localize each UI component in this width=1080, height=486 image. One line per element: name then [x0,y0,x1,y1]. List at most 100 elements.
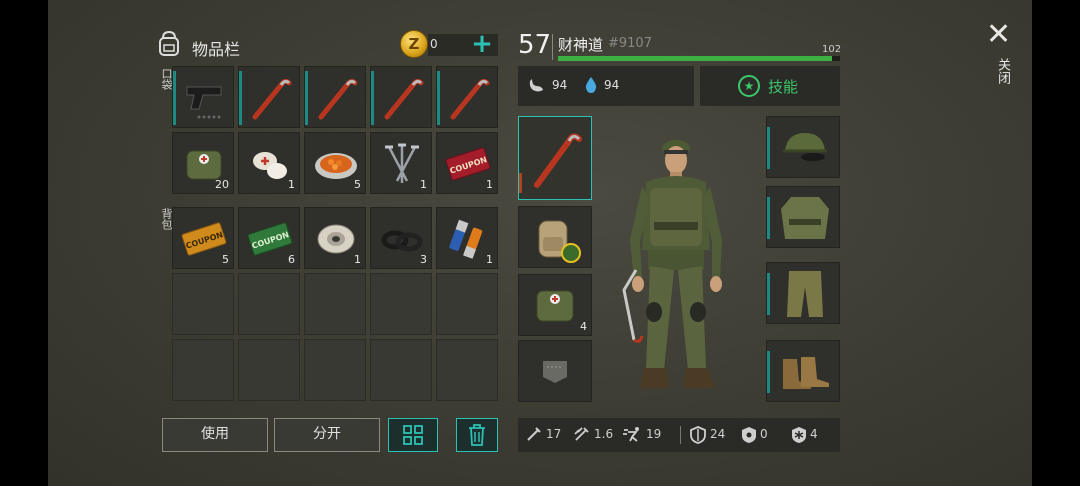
slot-accent [437,71,440,125]
pocket-slot[interactable] [518,340,592,402]
inventory-slot[interactable] [238,66,300,128]
slot-accent [767,127,770,169]
pocket-icon [543,361,567,383]
star-icon: ★ [738,75,760,97]
inventory-slot[interactable]: 1 [436,207,498,269]
empty-slot[interactable] [370,339,432,401]
backpack-item-icon [538,220,581,263]
item-quantity: 5 [354,178,361,191]
item-quantity: 5 [222,253,229,266]
jacket-icon [781,197,829,239]
item-quantity: 1 [354,253,361,266]
empty-slot[interactable] [238,273,300,335]
weapon-slot[interactable] [518,116,592,200]
split-button[interactable]: 分开 [274,418,380,452]
backpack-slot[interactable] [518,206,592,268]
crowbar-icon [252,78,292,120]
close-label[interactable]: 关闭 [993,58,1012,84]
coin-icon: Z [400,30,428,58]
item-quantity: 3 [420,253,427,266]
empty-slot[interactable] [304,339,366,401]
grid-icon [403,425,423,445]
cap-icon [783,133,827,161]
item-quantity: 1 [486,178,493,191]
slot-accent [305,71,308,125]
inventory-slot[interactable]: 3 [370,207,432,269]
xp-bar [558,56,840,61]
slot-accent [767,351,770,393]
damage-value: 17 [546,427,562,441]
vitals-panel: 94 94 [518,66,694,106]
crowbar-icon [318,78,358,120]
feet-slot[interactable] [766,340,840,402]
medkit-bag-icon [536,290,574,322]
xp-max: 102 [822,44,842,55]
armor-value: 24 [710,427,726,441]
empty-slot[interactable] [172,339,234,401]
crowbar-icon [384,78,424,120]
item-quantity: 1 [288,178,295,191]
game-screen: 物品栏 Z 0 + 口袋 背包 20 1 5 1 COUPON 1 COUPON… [48,0,1032,486]
inventory-slot[interactable]: COUPON 5 [172,207,234,269]
pants-icon [787,271,823,317]
empty-slot[interactable] [304,273,366,335]
trash-icon [469,424,485,446]
inventory-slot[interactable]: COUPON 6 [238,207,300,269]
bio-protection-value: 0 [760,427,768,441]
inventory-slot[interactable] [370,66,432,128]
close-icon[interactable]: ✕ [986,20,1011,50]
inventory-slot[interactable] [172,66,234,128]
backpack-icon [154,28,184,58]
slot-accent [767,197,770,239]
xp-fill [558,56,832,61]
coin-count: 0 [430,37,438,51]
biohazard-icon [740,426,758,448]
stomach-icon [528,76,546,98]
item-quantity: 1 [420,178,427,191]
crowbar-icon [450,78,490,120]
inventory-slot[interactable]: 5 [304,132,366,194]
cold-shield-icon [790,426,808,448]
inventory-title: 物品栏 [192,40,241,59]
attack-speed-value: 1.6 [594,427,614,441]
thirst-value: 94 [604,78,620,92]
inventory-slot[interactable]: 20 [172,132,234,194]
water-drop-icon [584,76,598,98]
item-quantity: 6 [288,253,295,266]
empty-slot[interactable] [238,339,300,401]
head-slot[interactable] [766,116,840,178]
inventory-slot[interactable]: 1 [370,132,432,194]
crowbar-icon [534,133,582,188]
player-id: #9107 [608,36,652,51]
pistol-icon [186,86,222,119]
attack-speed-icon [574,426,592,446]
delete-button[interactable] [456,418,498,452]
inventory-slot[interactable]: COUPON 1 [436,132,498,194]
inventory-slot[interactable]: 1 [238,132,300,194]
item-quantity: 1 [486,253,493,266]
slot-accent [371,71,374,125]
slot-accent [767,273,770,315]
empty-slot[interactable] [436,273,498,335]
use-button[interactable]: 使用 [162,418,268,452]
inventory-slot[interactable]: 1 [304,207,366,269]
hunger-value: 94 [552,78,568,92]
empty-slot[interactable] [436,339,498,401]
player-name: 财神道 [558,36,604,54]
add-coins-button[interactable]: + [470,31,494,57]
inventory-slot[interactable] [304,66,366,128]
inventory-slot[interactable] [436,66,498,128]
boots-icon [783,357,829,389]
body-slot[interactable] [766,186,840,248]
medkit-slot[interactable]: 4 [518,274,592,336]
item-quantity: 20 [215,178,229,191]
cold-protection-value: 4 [810,427,818,441]
shield-icon [690,426,706,448]
level-divider [552,34,553,60]
empty-slot[interactable] [370,273,432,335]
skills-button[interactable]: ★ 技能 [700,66,840,106]
sort-grid-button[interactable] [388,418,438,452]
combat-stats-bar: 17 1.6 19 24 0 4 [518,418,840,452]
empty-slot[interactable] [172,273,234,335]
legs-slot[interactable] [766,262,840,324]
